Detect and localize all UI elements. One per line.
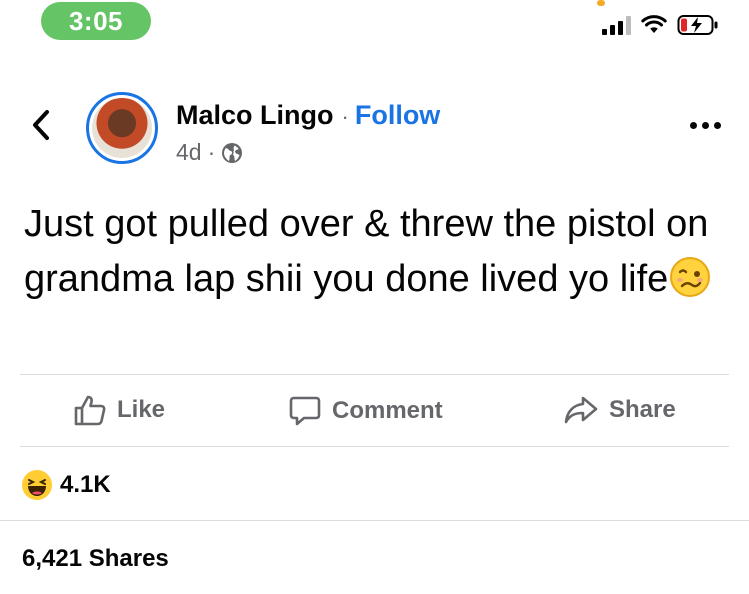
comment-label: Comment [332, 397, 443, 424]
reaction-summary[interactable]: 4.1K [22, 470, 111, 500]
shares-label: 6,421 Shares [22, 545, 169, 572]
author-avatar[interactable] [86, 92, 158, 164]
reaction-count: 4.1K [60, 471, 111, 498]
privacy-indicator-dot [597, 0, 605, 6]
comment-button[interactable]: Comment [288, 394, 443, 428]
divider-top [20, 374, 729, 375]
share-arrow-icon [564, 396, 598, 424]
post-meta: 4d · [176, 139, 243, 166]
divider-middle [20, 446, 729, 447]
like-button[interactable]: Like [73, 394, 165, 426]
shares-count[interactable]: 6,421 Shares [22, 545, 169, 573]
author-name[interactable]: Malco Lingo [176, 100, 334, 131]
name-separator: · [341, 104, 349, 129]
divider-bottom [0, 520, 749, 521]
post-timestamp[interactable]: 4d [176, 139, 202, 166]
meta-separator: · [207, 139, 216, 165]
woozy-face-emoji-icon [670, 257, 711, 297]
share-label: Share [609, 396, 676, 423]
post-text: Just got pulled over & threw the pistol … [24, 197, 724, 307]
cellular-signal-icon [602, 15, 631, 35]
post-screen: 3:05 Malco Lingo · Follow 4d · Just got … [0, 0, 749, 594]
back-chevron-icon[interactable] [30, 108, 52, 142]
wifi-icon [641, 15, 667, 33]
avatar-photo [92, 98, 152, 158]
thumbs-up-icon [74, 395, 106, 426]
haha-reaction-icon [22, 470, 52, 500]
battery-charging-icon [677, 15, 718, 35]
share-button[interactable]: Share [563, 394, 676, 426]
more-options-icon[interactable] [690, 122, 721, 129]
action-bar: Like Comment Share [0, 378, 749, 444]
post-body: Just got pulled over & threw the pistol … [24, 203, 709, 300]
status-time: 3:05 [41, 2, 151, 40]
comment-bubble-icon [289, 396, 321, 426]
status-time-label: 3:05 [68, 5, 124, 36]
globe-icon [222, 142, 243, 163]
status-icons [602, 14, 719, 36]
author-row: Malco Lingo · Follow [176, 100, 440, 131]
like-label: Like [117, 396, 166, 423]
follow-button[interactable]: Follow [355, 100, 440, 131]
